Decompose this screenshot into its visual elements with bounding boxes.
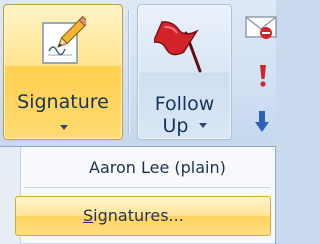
- menu-item-signatures[interactable]: Signatures...: [15, 196, 271, 236]
- low-importance-icon[interactable]: [254, 110, 270, 134]
- chevron-down-icon: [60, 125, 68, 130]
- ribbon-panel: Signature Follow Up: [0, 0, 278, 143]
- menu-item-aaron-lee-plain[interactable]: Aaron Lee (plain): [89, 158, 226, 178]
- chevron-down-icon: [198, 123, 207, 128]
- menu-item-signatures-label: Signatures...: [83, 206, 184, 225]
- high-importance-icon[interactable]: [258, 64, 268, 88]
- group-separator: [128, 10, 129, 134]
- access-key: S: [83, 206, 94, 225]
- signature-button[interactable]: Signature: [3, 4, 123, 140]
- menu-border: [275, 147, 276, 244]
- signature-dropdown-menu: Aaron Lee (plain) Signatures...: [0, 146, 276, 244]
- up-label: Up: [138, 115, 231, 137]
- follow-label: Follow: [154, 93, 215, 115]
- menu-separator: [24, 187, 270, 188]
- red-flag-icon: [154, 21, 202, 73]
- signature-label: Signature: [17, 91, 109, 113]
- follow-up-button[interactable]: Follow Up: [137, 4, 232, 140]
- signature-pen-icon: [42, 15, 86, 64]
- envelope-icon[interactable]: [244, 14, 278, 40]
